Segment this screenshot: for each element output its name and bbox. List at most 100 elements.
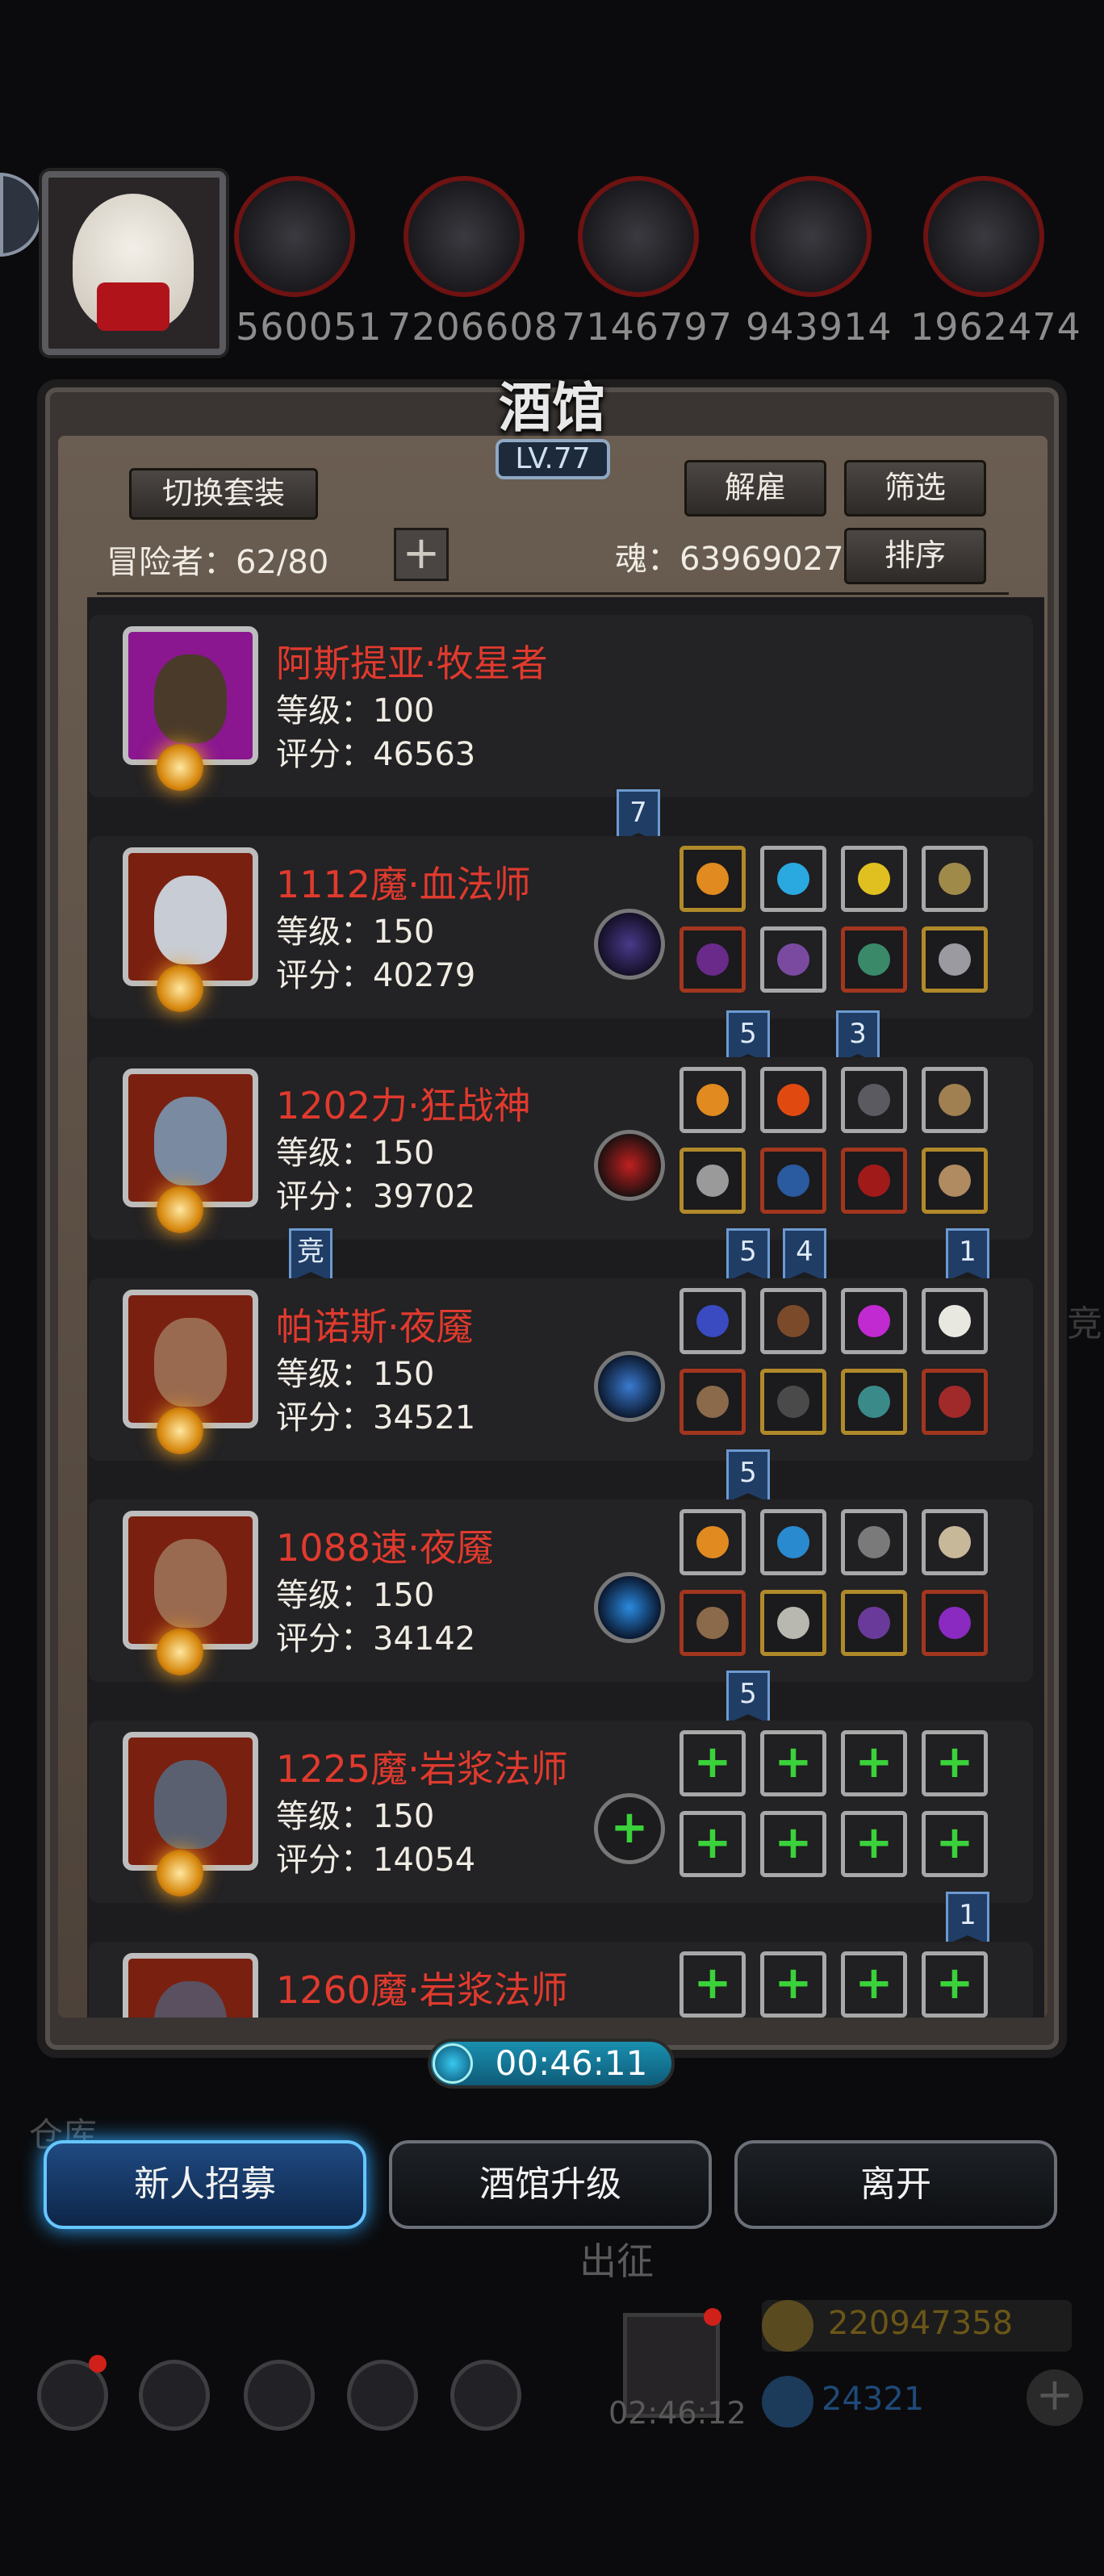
hero-row[interactable]: 1260魔·岩浆法师 + + + + <box>89 1942 1033 2018</box>
panel-title: 酒馆 <box>499 376 605 439</box>
add-equipment-icon[interactable]: + <box>680 1951 746 2018</box>
amulet-equipment-icon[interactable] <box>922 1369 988 1435</box>
rock-equipment-icon[interactable] <box>760 1288 826 1354</box>
add-equipment-icon[interactable]: + <box>841 1730 907 1796</box>
egg-equipment-icon[interactable] <box>922 1509 988 1575</box>
spear-equipment-icon[interactable] <box>680 1369 746 1435</box>
ranking-icon[interactable] <box>244 2360 315 2431</box>
rank-emblem-icon <box>157 1186 203 1233</box>
hero-level: 等级：150 <box>276 1798 435 1835</box>
armor-equipment-icon[interactable] <box>760 1369 826 1435</box>
hero-portrait <box>123 1953 258 2018</box>
achievement-icon[interactable] <box>139 2360 210 2431</box>
orb-equipment-icon[interactable] <box>841 1590 907 1656</box>
hero-row[interactable]: 1112魔·血法师 等级：150 评分：40279 <box>89 836 1033 1018</box>
boots-equipment-icon[interactable] <box>841 1369 907 1435</box>
orb-equipment-icon[interactable] <box>760 846 826 912</box>
arena-tag: 竞 <box>289 1228 332 1282</box>
star-equipment-icon[interactable] <box>841 846 907 912</box>
dagger-equipment-icon[interactable] <box>760 1509 826 1575</box>
crown-equipment-icon[interactable] <box>680 1067 746 1133</box>
ring-equipment-icon[interactable] <box>922 926 988 993</box>
notification-dot <box>89 2355 107 2373</box>
hero-score: 评分：46563 <box>276 736 476 773</box>
iron-resource-icon <box>578 176 699 297</box>
lamp-equipment-icon[interactable] <box>922 1067 988 1133</box>
add-currency-button[interactable]: + <box>1027 2369 1083 2426</box>
robe-equipment-icon[interactable] <box>760 926 826 993</box>
hero-row[interactable]: 1225魔·岩浆法师 等级：150 评分：14054 + + + + + + +… <box>89 1721 1033 1903</box>
hero-name: 1088速·夜魇 <box>276 1526 494 1570</box>
mail-icon[interactable] <box>347 2360 418 2431</box>
relic-equipment-icon[interactable] <box>922 846 988 912</box>
hero-score: 评分：39702 <box>276 1178 476 1215</box>
add-equipment-icon[interactable]: + <box>922 1730 988 1796</box>
hero-score: 评分：34142 <box>276 1620 476 1658</box>
add-equipment-icon[interactable]: + <box>680 1811 746 1877</box>
dismiss-button[interactable]: 解雇 <box>684 460 826 516</box>
rank-emblem-icon <box>157 744 203 791</box>
staff-equipment-icon[interactable] <box>680 926 746 993</box>
claw-equipment-icon[interactable] <box>922 1288 988 1354</box>
add-equipment-icon[interactable]: + <box>922 1811 988 1877</box>
side-tab-handle[interactable] <box>0 173 42 257</box>
switch-set-button[interactable]: 切换套装 <box>129 468 318 520</box>
add-skill-icon[interactable]: + <box>594 1793 665 1864</box>
add-equipment-icon[interactable]: + <box>841 1811 907 1877</box>
spider-equipment-icon[interactable] <box>922 1590 988 1656</box>
wood-resource-icon <box>404 176 525 297</box>
resource-count: 1962474 <box>910 305 1081 349</box>
add-equipment-icon[interactable]: + <box>760 1730 826 1796</box>
skill-icon[interactable] <box>594 1572 665 1643</box>
notification-dot <box>704 2308 721 2326</box>
expedition-label: 出征 <box>579 2239 654 2283</box>
hero-row[interactable]: 阿斯提亚·牧星者 等级：100 评分：46563 <box>89 615 1033 797</box>
set-bonus-tag: 7 <box>617 789 660 843</box>
armor-equipment-icon[interactable] <box>760 1590 826 1656</box>
add-equipment-icon[interactable]: + <box>760 1811 826 1877</box>
side-label: 竞 <box>1067 1303 1102 1344</box>
add-equipment-icon[interactable]: + <box>760 1951 826 2018</box>
rabbit-equipment-icon[interactable] <box>841 1509 907 1575</box>
sort-button[interactable]: 排序 <box>844 528 986 584</box>
armor-equipment-icon[interactable] <box>760 1148 826 1214</box>
spear-equipment-icon[interactable] <box>680 1590 746 1656</box>
skill-icon[interactable] <box>594 909 665 980</box>
hero-list[interactable]: 阿斯提亚·牧星者 等级：100 评分：46563 7 1112魔·血法师 等级：… <box>87 597 1044 2018</box>
feather-equipment-icon[interactable] <box>841 1067 907 1133</box>
gem-equipment-icon[interactable] <box>841 1288 907 1354</box>
leave-button[interactable]: 离开 <box>734 2140 1057 2229</box>
player-avatar[interactable] <box>42 171 226 355</box>
expand-capacity-button[interactable]: + <box>394 528 449 581</box>
gauntlet-equipment-icon[interactable] <box>841 1148 907 1214</box>
hero-name: 1260魔·岩浆法师 <box>276 1968 568 2012</box>
skill-icon[interactable] <box>594 1130 665 1201</box>
hero-portrait <box>123 1290 258 1428</box>
gold-coin-icon <box>762 2300 813 2352</box>
resource-count: 7206608 <box>387 305 558 349</box>
add-equipment-icon[interactable]: + <box>680 1730 746 1796</box>
hero-row[interactable]: 1202力·狂战神 等级：150 评分：39702 <box>89 1057 1033 1240</box>
add-equipment-icon[interactable]: + <box>841 1951 907 2018</box>
recruit-button[interactable]: 新人招募 <box>44 2140 366 2229</box>
hero-row[interactable]: 1088速·夜魇 等级：150 评分：34142 <box>89 1499 1033 1682</box>
flame-equipment-icon[interactable] <box>760 1067 826 1133</box>
set-bonus-tag: 3 <box>836 1010 880 1064</box>
vortex-equipment-icon[interactable] <box>680 1288 746 1354</box>
crown-equipment-icon[interactable] <box>680 846 746 912</box>
hero-portrait <box>123 1068 258 1207</box>
hero-name: 1225魔·岩浆法师 <box>276 1747 568 1791</box>
upgrade-tavern-button[interactable]: 酒馆升级 <box>389 2140 712 2229</box>
axe-equipment-icon[interactable] <box>680 1148 746 1214</box>
add-equipment-icon[interactable]: + <box>922 1951 988 2018</box>
shop-icon[interactable] <box>450 2360 521 2431</box>
cloak-equipment-icon[interactable] <box>841 926 907 993</box>
hero-level: 等级：150 <box>276 1135 435 1172</box>
hero-row[interactable]: 帕诺斯·夜魇 等级：150 评分：34521 <box>89 1278 1033 1461</box>
scepter-equipment-icon[interactable] <box>922 1148 988 1214</box>
skill-icon[interactable] <box>594 1351 665 1422</box>
filter-button[interactable]: 筛选 <box>844 460 986 516</box>
resource-count: 7146797 <box>562 305 733 349</box>
rank-emblem-icon <box>157 1850 203 1896</box>
crown-equipment-icon[interactable] <box>680 1509 746 1575</box>
